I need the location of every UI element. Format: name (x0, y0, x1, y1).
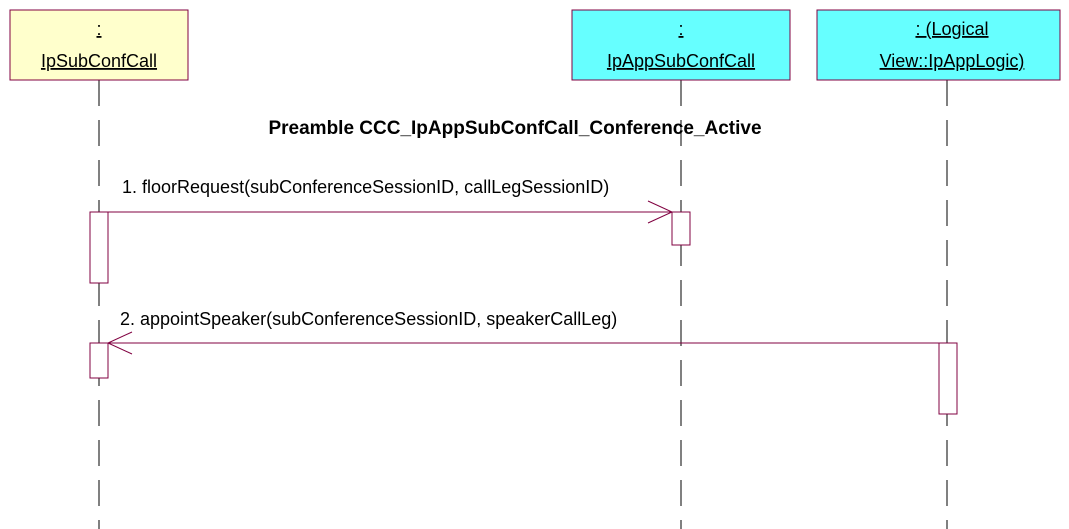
participant-ipsubconfcall-line1: : (96, 19, 101, 39)
participant-ipapplogic: : (Logical View::IpAppLogic) (816, 9, 1061, 81)
participant-ipapplogic-line1: : (Logical (915, 19, 988, 39)
participant-ipappsubconfcall-line2: IpAppSubConfCall (607, 51, 755, 71)
activation-ipapplogic-2 (938, 342, 958, 415)
participant-ipsubconfcall-line2: IpSubConfCall (41, 51, 157, 71)
message-2-label: 2. appointSpeaker(subConferenceSessionID… (120, 309, 617, 329)
participant-ipsubconfcall: : IpSubConfCall (9, 9, 189, 81)
message-2-arrow (106, 331, 939, 355)
message-1-label: 1. floorRequest(subConferenceSessionID, … (122, 177, 609, 197)
activation-ipsubconfcall-1 (89, 211, 109, 284)
message-1-arrow (108, 200, 674, 224)
activation-ipsubconfcall-2 (89, 342, 109, 379)
activation-ipappsubconfcall-1 (671, 211, 691, 246)
participant-ipappsubconfcall: : IpAppSubConfCall (571, 9, 791, 81)
preamble-title: Preamble CCC_IpAppSubConfCall_Conference… (268, 118, 761, 139)
sequence-diagram: : IpSubConfCall : IpAppSubConfCall : (Lo… (9, 9, 1061, 529)
participant-ipapplogic-line2: View::IpAppLogic) (880, 51, 1025, 71)
participant-ipappsubconfcall-line1: : (678, 19, 683, 39)
